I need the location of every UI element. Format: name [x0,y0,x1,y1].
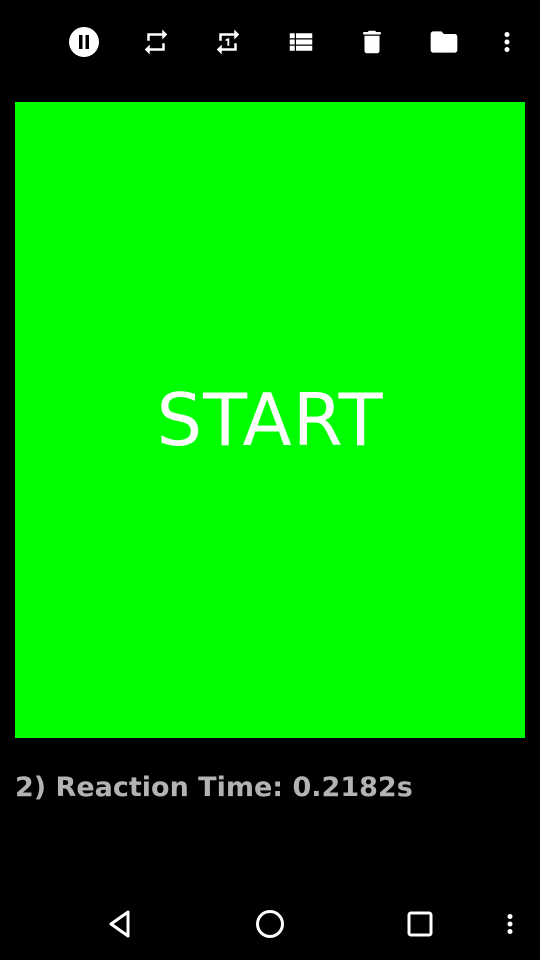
repeat-one-button[interactable] [208,22,248,62]
repeat-icon [144,29,168,55]
more-vert-icon [504,32,510,52]
more-vert-icon [507,914,513,934]
system-navigation-bar [0,884,540,960]
nav-overflow-button[interactable] [488,902,532,946]
delete-icon [363,30,381,54]
back-icon [109,910,130,938]
start-label: START [156,378,384,462]
back-button[interactable] [98,902,142,946]
delete-button[interactable] [352,22,392,62]
list-icon [289,33,313,51]
pause-button[interactable] [64,22,104,62]
repeat-button[interactable] [136,22,176,62]
repeat-one-icon [216,29,240,55]
pause-icon [69,27,99,57]
folder-icon [430,31,458,53]
home-button[interactable] [248,902,292,946]
folder-button[interactable] [424,22,464,62]
reaction-time-result: 2) Reaction Time: 0.2182s [15,772,413,803]
recents-button[interactable] [398,902,442,946]
top-toolbar [0,0,540,84]
home-icon [256,910,284,938]
list-button[interactable] [281,22,321,62]
overflow-menu-button[interactable] [487,22,527,62]
start-tap-area[interactable]: START [15,102,525,738]
recents-icon [407,911,433,937]
